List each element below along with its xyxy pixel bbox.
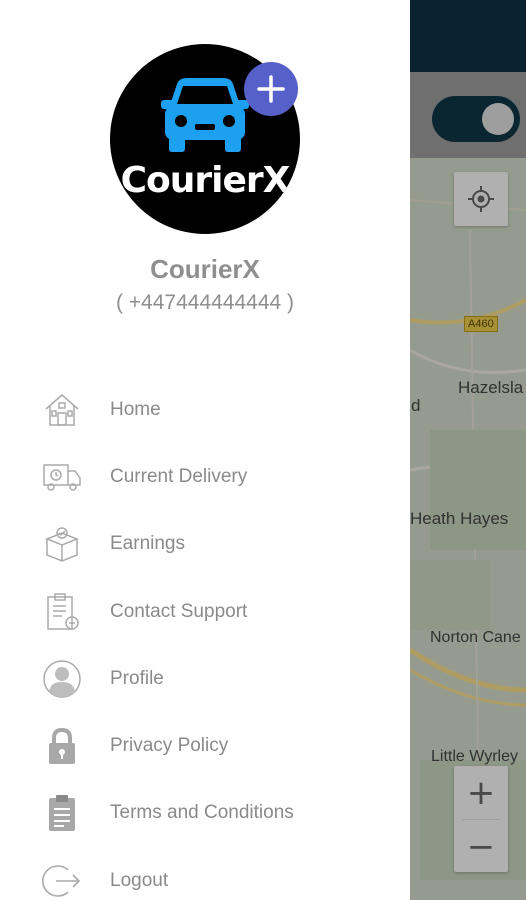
user-phone: ( +447444444444 ) bbox=[115, 291, 295, 314]
delivery-truck-icon bbox=[42, 457, 82, 497]
logo-text: CourierX bbox=[120, 160, 291, 201]
menu-label-logout: Logout bbox=[110, 869, 169, 891]
menu-label-current-delivery: Current Delivery bbox=[110, 465, 248, 487]
menu-label-earnings: Earnings bbox=[110, 533, 185, 555]
box-icon bbox=[42, 524, 82, 564]
support-clipboard-icon bbox=[42, 592, 82, 632]
clipboard-icon bbox=[42, 793, 82, 833]
lock-icon bbox=[42, 726, 82, 766]
menu-item-home[interactable]: Home bbox=[0, 376, 410, 443]
menu-item-current-delivery[interactable]: Current Delivery bbox=[0, 443, 410, 510]
menu-label-terms-and-conditions: Terms and Conditions bbox=[110, 802, 294, 824]
menu-item-profile[interactable]: Profile bbox=[0, 645, 410, 712]
navigation-drawer: CourierX CourierX ( +447444444444 ) Home bbox=[0, 0, 410, 900]
menu-label-contact-support: Contact Support bbox=[110, 600, 248, 622]
car-icon bbox=[161, 78, 249, 152]
drawer-menu: Home Current Delivery Earnings Contact S… bbox=[0, 376, 410, 900]
menu-item-terms-and-conditions[interactable]: Terms and Conditions bbox=[0, 780, 410, 847]
menu-label-profile: Profile bbox=[110, 667, 164, 689]
home-icon bbox=[42, 390, 82, 430]
menu-item-earnings[interactable]: Earnings bbox=[0, 511, 410, 578]
user-name: CourierX bbox=[150, 254, 260, 284]
profile-icon bbox=[42, 659, 82, 699]
menu-label-privacy-policy: Privacy Policy bbox=[110, 735, 229, 757]
menu-item-logout[interactable]: Logout bbox=[0, 847, 410, 900]
menu-item-privacy-policy[interactable]: Privacy Policy bbox=[0, 712, 410, 779]
logout-icon bbox=[42, 861, 82, 900]
menu-item-contact-support[interactable]: Contact Support bbox=[0, 578, 410, 645]
menu-label-home: Home bbox=[110, 398, 161, 420]
add-photo-button[interactable] bbox=[244, 62, 298, 116]
plus-icon bbox=[257, 75, 285, 103]
